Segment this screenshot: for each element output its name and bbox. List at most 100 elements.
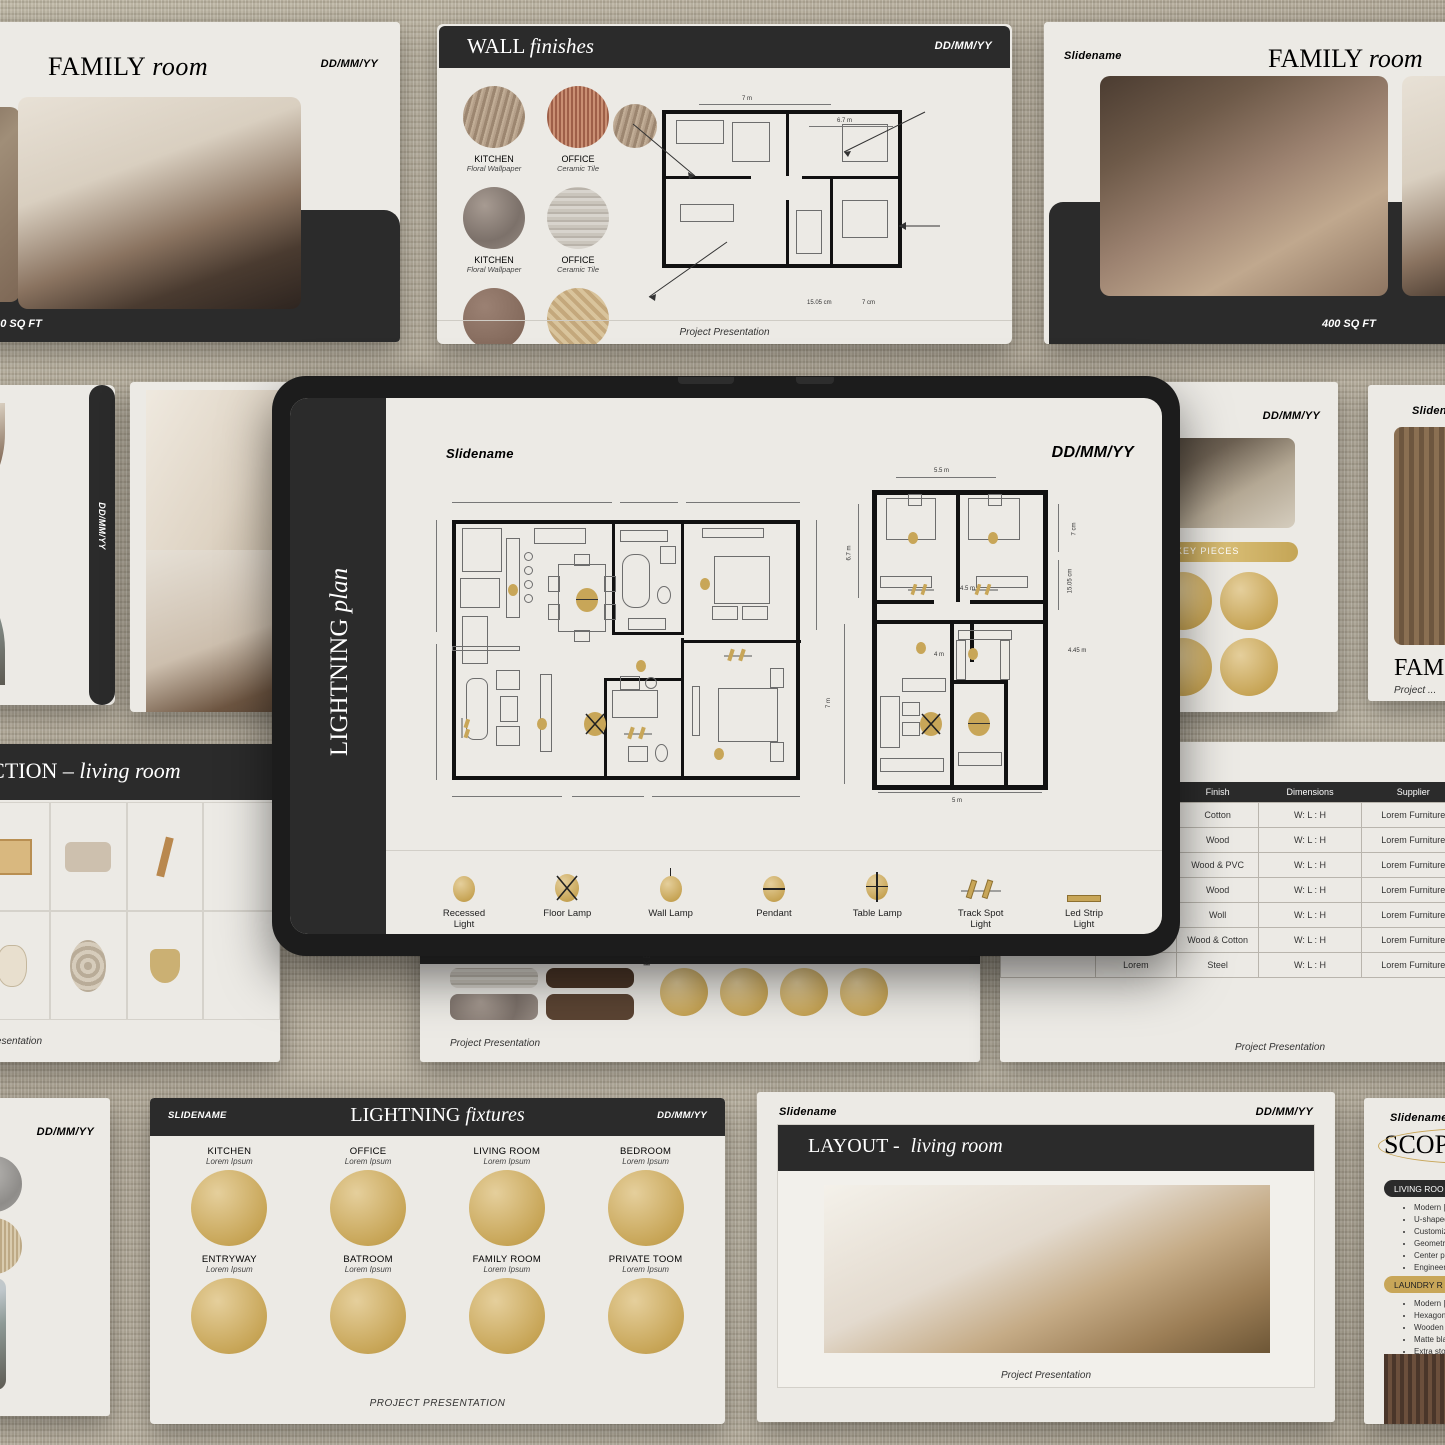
swatch-label-1: OFFICE (561, 154, 595, 164)
swatch-office-2[interactable] (547, 187, 609, 249)
material-chip-4[interactable] (546, 994, 634, 1020)
materials-swatch-concrete[interactable] (0, 1156, 22, 1212)
furniture-cell[interactable] (203, 911, 280, 1020)
tulip-lamp-icon[interactable] (468, 1170, 545, 1246)
bom-th-finish: Finish (1176, 782, 1259, 803)
title-italic: room (1368, 44, 1423, 73)
legend-label-line2: Light (970, 919, 991, 930)
bom-cell-supplier: Lorem Furniture (1361, 877, 1445, 903)
key-piece-chair-icon[interactable] (660, 968, 708, 1016)
tablet-device[interactable]: LIGHTNING plan Slidename DD/MM/YY 5.5 m … (272, 376, 1180, 956)
slide-wall-finishes[interactable]: WALL finishes DD/MM/YY KITCHEN Floral Wa… (437, 24, 1012, 344)
table-lamp-icon[interactable] (191, 1170, 268, 1246)
legend-item[interactable]: Floor Lamp (521, 866, 613, 930)
fixture-card[interactable]: FAMILY ROOM Lorem Ipsum (438, 1254, 577, 1354)
key-piece-bedding-icon[interactable] (780, 968, 828, 1016)
swatch-kitchen-2[interactable] (463, 187, 525, 249)
table-row[interactable]: LoremSteelW: L : HLorem Furniture$250 (1000, 952, 1445, 978)
tablet-legend-divider (386, 850, 1162, 851)
slide-moodboard-left[interactable]: DD/MM/YY (0, 385, 115, 705)
fixture-card[interactable]: ENTRYWAY Lorem Ipsum (160, 1254, 299, 1354)
material-chip-3[interactable] (450, 994, 538, 1020)
furniture-cell-sconce[interactable] (126, 911, 204, 1020)
lf-date: DD/MM/YY (657, 1110, 707, 1121)
slide-layout-living-room[interactable]: Slidename DD/MM/YY LAYOUT - living room … (757, 1092, 1335, 1422)
legend-label-line2: Light (453, 919, 475, 930)
floorplan-left (436, 502, 817, 797)
key-piece-vase-icon[interactable] (1220, 572, 1278, 630)
swatch-office-1[interactable] (547, 86, 609, 148)
bom-cell-finish: Steel (1176, 952, 1259, 978)
chandelier-icon[interactable] (330, 1278, 407, 1354)
legend-item[interactable]: Recessed Light (418, 866, 510, 930)
tablet-camera (796, 377, 834, 384)
material-chip-2[interactable] (546, 968, 634, 988)
family-left-photo-1 (0, 107, 20, 302)
family-right-slidename: Slidename (1064, 50, 1122, 62)
furniture-cell-stool[interactable] (0, 802, 50, 911)
bom-cell-dimensions: W: L : H (1257, 802, 1363, 828)
fixture-room-label: ENTRYWAY (201, 1254, 257, 1265)
fixture-card[interactable]: BATROOM Lorem Ipsum (299, 1254, 438, 1354)
legend-item[interactable]: Track Spot Light (935, 866, 1027, 930)
wf-dim-7m: 7 m (742, 96, 753, 102)
furniture-selection-footer: Project Presentation (0, 1036, 43, 1047)
double-sconce-icon[interactable] (191, 1278, 268, 1354)
legend-item[interactable]: Wall Lamp (625, 866, 717, 930)
slide-family-room-left[interactable]: FAMILY room DD/MM/YY 400 SQ FT (0, 22, 400, 342)
materials-swatch-ribbed[interactable] (0, 1218, 22, 1274)
swatch-kitchen-1[interactable] (463, 86, 525, 148)
bom-cell-finish: Wood & PVC (1176, 852, 1259, 878)
title-italic: room (152, 52, 209, 81)
fixture-room-label: BATROOM (343, 1254, 393, 1265)
fixture-card[interactable]: OFFICE Lorem Ipsum (299, 1146, 438, 1246)
furniture-cell-vase[interactable] (0, 911, 50, 1020)
fixture-card[interactable]: LIVING ROOM Lorem Ipsum (438, 1146, 577, 1246)
legend-label-line1: Table Lamp (852, 908, 902, 919)
key-piece-sconce-icon[interactable] (1220, 638, 1278, 696)
furniture-cell-rug[interactable] (49, 911, 127, 1020)
wall-sconce-icon[interactable] (607, 1278, 684, 1354)
scope-section-laundry-label: LAUNDRY R (1384, 1276, 1445, 1293)
slide-lightning-fixtures[interactable]: SLIDENAME LIGHTNING fixtures DD/MM/YY KI… (150, 1098, 725, 1424)
slide-family-room-right[interactable]: Slidename FAMILY room 400 SQ FT (1044, 22, 1445, 344)
lantern-sconce-icon[interactable] (607, 1170, 684, 1246)
pendant-icon[interactable] (468, 1278, 545, 1354)
tablet-speaker-grill (678, 377, 734, 384)
swatch-sub-3: Ceramic Tile (556, 265, 600, 274)
table-lamp-icon (866, 872, 889, 902)
sidebar-title-bold: LIGHTNING (326, 618, 353, 757)
title-bold: FAMILY (1268, 44, 1363, 73)
furniture-cell[interactable] (203, 802, 280, 911)
legend-item[interactable]: Table Lamp (831, 866, 923, 930)
callout-swatch-top-left[interactable] (613, 104, 657, 148)
scope-label-0: LIVING ROO (1394, 1184, 1444, 1194)
family-right-footer: 400 SQ FT (1322, 318, 1376, 330)
fixture-room-label: FAMILY ROOM (472, 1254, 542, 1265)
slide-scope[interactable]: Slidename SCOPE LIVING ROO Modern | CU-s… (1364, 1098, 1445, 1424)
furniture-cell-easel[interactable] (126, 802, 204, 911)
layout-footer: Project Presentation (1000, 1370, 1092, 1381)
swatch-sub-1: Ceramic Tile (556, 164, 600, 173)
material-chip-1[interactable] (450, 968, 538, 988)
ornate-lamp-icon[interactable] (330, 1170, 407, 1246)
legend-item[interactable]: Pendant (728, 866, 820, 930)
key-piece-art-icon[interactable] (840, 968, 888, 1016)
furniture-cell-pillows[interactable] (49, 802, 127, 911)
fixture-card[interactable]: KITCHEN Lorem Ipsum (160, 1146, 299, 1246)
fixture-room-label: LIVING ROOM (473, 1146, 541, 1157)
tablet-screen[interactable]: LIGHTNING plan Slidename DD/MM/YY 5.5 m … (290, 398, 1162, 934)
floor-lamp-icon (555, 874, 580, 902)
slide-furniture-selection[interactable]: RE SELECTION – living room (0, 744, 280, 1062)
fixture-card[interactable]: BEDROOM Lorem Ipsum (576, 1146, 715, 1246)
fixture-card[interactable]: PRIVATE TOOM Lorem Ipsum (576, 1254, 715, 1354)
family-right-title: FAMILY room (1268, 44, 1423, 74)
led-strip-light-icon (1066, 895, 1101, 902)
legend-item[interactable]: Led Strip Light (1038, 866, 1130, 930)
fp-right-dim-right-upper: 7 cm (1071, 522, 1078, 536)
slide-materials-bottom-left[interactable]: DD/MM/YY (0, 1098, 110, 1416)
materials-date: DD/MM/YY (36, 1126, 94, 1138)
key-piece-bed-icon[interactable] (720, 968, 768, 1016)
bom-cell-dimensions: W: L : H (1257, 902, 1363, 928)
slide-family-far-right[interactable]: Slidename FAM Project ... (1368, 385, 1445, 701)
